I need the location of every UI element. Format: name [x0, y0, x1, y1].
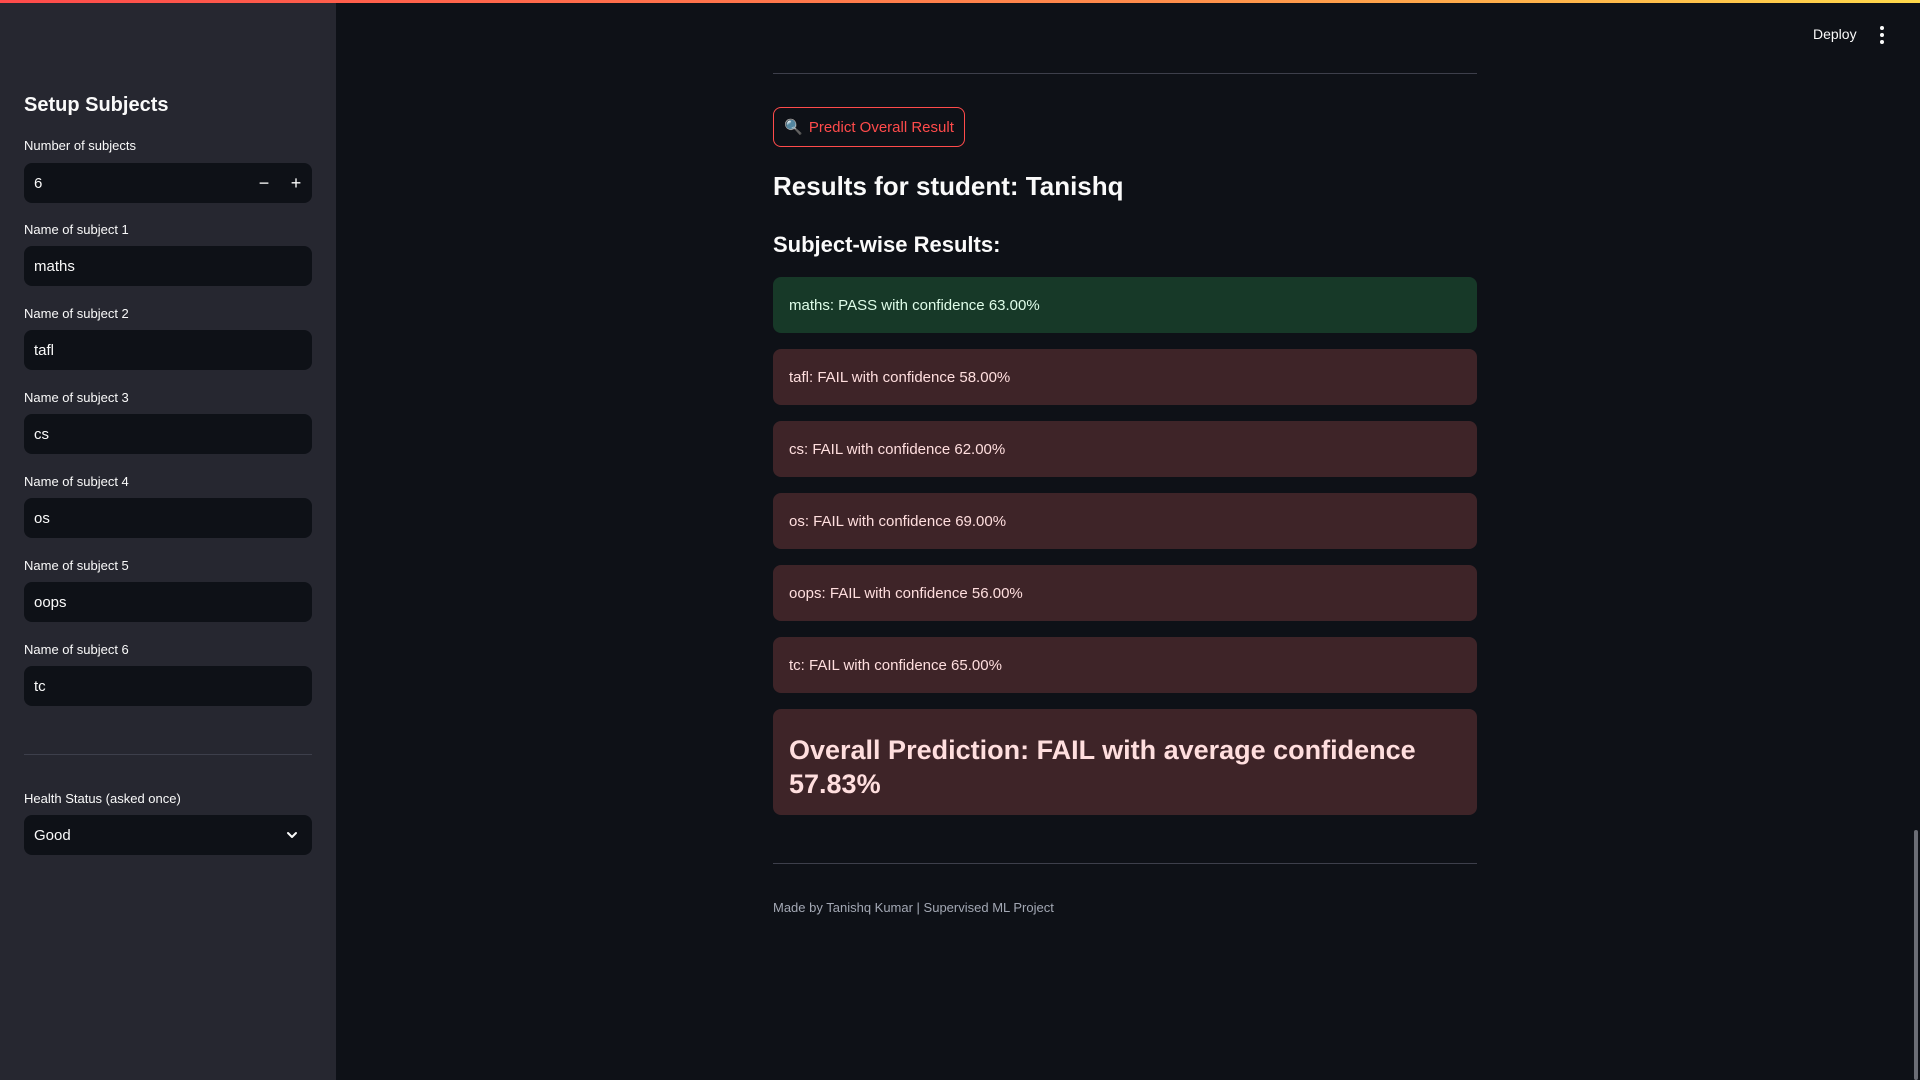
subject-6-label: Name of subject 6: [24, 642, 129, 657]
sidebar-divider: [24, 754, 312, 755]
subject-6-input[interactable]: tc: [24, 666, 312, 706]
health-status-value: Good: [34, 826, 71, 844]
top-divider: [773, 73, 1477, 74]
health-status-select[interactable]: Good: [24, 815, 312, 855]
result-alert-tc: tc: FAIL with confidence 65.00%: [773, 637, 1477, 693]
predict-overall-button[interactable]: 🔍 Predict Overall Result: [773, 107, 965, 147]
result-alert-oops: oops: FAIL with confidence 56.00%: [773, 565, 1477, 621]
sidebar-title: Setup Subjects: [24, 94, 169, 116]
subject-3-label: Name of subject 3: [24, 390, 129, 405]
health-status-label: Health Status (asked once): [24, 791, 181, 806]
subject-2-input[interactable]: tafl: [24, 330, 312, 370]
subject-results-title: Subject-wise Results:: [773, 232, 1001, 257]
sidebar: Setup Subjects Number of subjects 6 − + …: [0, 0, 336, 1080]
num-subjects-label: Number of subjects: [24, 138, 136, 153]
result-alert-os: os: FAIL with confidence 69.00%: [773, 493, 1477, 549]
subject-5-label: Name of subject 5: [24, 558, 129, 573]
num-subjects-stepper: 6 − +: [24, 163, 312, 203]
subject-1-input[interactable]: maths: [24, 246, 312, 286]
scrollbar-thumb[interactable]: [1914, 830, 1918, 1080]
top-decoration-bar: [0, 0, 1920, 3]
decrement-button[interactable]: −: [248, 163, 280, 203]
subject-4-input[interactable]: os: [24, 498, 312, 538]
deploy-button[interactable]: Deploy: [1813, 26, 1857, 42]
footer-divider: [773, 863, 1477, 864]
result-alert-maths: maths: PASS with confidence 63.00%: [773, 277, 1477, 333]
result-alert-tafl: tafl: FAIL with confidence 58.00%: [773, 349, 1477, 405]
result-alert-cs: cs: FAIL with confidence 62.00%: [773, 421, 1477, 477]
subject-4-label: Name of subject 4: [24, 474, 129, 489]
results-title: Results for student: Tanishq: [773, 171, 1124, 201]
predict-button-label: Predict Overall Result: [808, 118, 954, 136]
chevron-down-icon: [284, 827, 300, 843]
num-subjects-input[interactable]: 6: [34, 175, 248, 192]
subject-2-label: Name of subject 2: [24, 306, 129, 321]
subject-1-label: Name of subject 1: [24, 222, 129, 237]
subject-5-input[interactable]: oops: [24, 582, 312, 622]
overall-prediction: Overall Prediction: FAIL with average co…: [773, 709, 1477, 815]
subject-3-input[interactable]: cs: [24, 414, 312, 454]
search-icon: 🔍: [784, 119, 803, 136]
increment-button[interactable]: +: [280, 163, 312, 203]
footer-text: Made by Tanishq Kumar | Supervised ML Pr…: [773, 900, 1054, 915]
kebab-menu-icon[interactable]: [1876, 24, 1888, 46]
